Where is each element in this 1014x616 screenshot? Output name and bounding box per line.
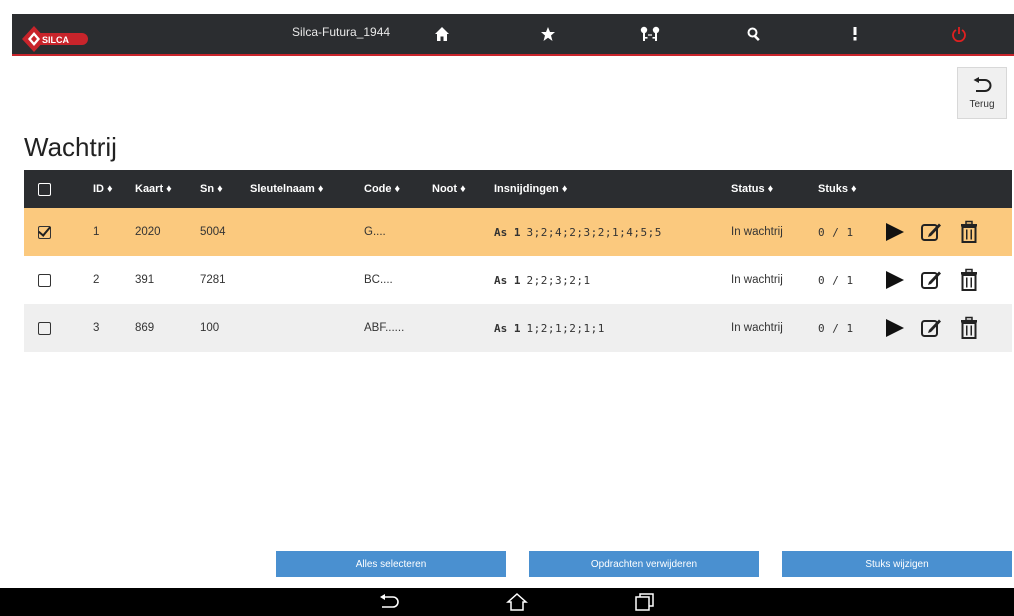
cell-axis: As 1 bbox=[494, 273, 521, 287]
column-header-id[interactable]: ID ♦ bbox=[93, 170, 113, 208]
home-icon[interactable] bbox=[431, 23, 453, 45]
cell-axis: As 1 bbox=[494, 321, 521, 335]
table-row[interactable]: 2 391 7281 BC.... As 1 2;2;3;2;1 In wach… bbox=[24, 256, 1012, 304]
row-checkbox[interactable] bbox=[38, 225, 51, 239]
cell-code: BC.... bbox=[364, 274, 393, 286]
cell-code: ABF...... bbox=[364, 322, 405, 334]
page-title: Wachtrij bbox=[24, 132, 117, 162]
column-header-status[interactable]: Status ♦ bbox=[731, 170, 773, 208]
trash-icon[interactable] bbox=[957, 220, 981, 244]
top-bar: SILCA Silca-Futura_1944 bbox=[12, 14, 1014, 56]
change-pieces-button[interactable]: Stuks wijzigen bbox=[782, 551, 1012, 577]
cell-sn: 5004 bbox=[200, 226, 226, 238]
system-back-icon[interactable] bbox=[377, 592, 401, 612]
back-button[interactable]: Terug bbox=[957, 67, 1007, 119]
cell-kaart: 391 bbox=[135, 274, 155, 286]
column-header-insnijdingen[interactable]: Insnijdingen ♦ bbox=[494, 170, 567, 208]
select-all-checkbox[interactable] bbox=[38, 182, 51, 196]
cell-status: In wachtrij bbox=[731, 322, 783, 334]
cell-stuks: 0 / 1 bbox=[818, 225, 854, 239]
play-icon[interactable] bbox=[883, 268, 907, 292]
row-checkbox[interactable] bbox=[38, 321, 51, 335]
power-icon[interactable] bbox=[948, 23, 970, 45]
row-checkbox[interactable] bbox=[38, 273, 51, 287]
delete-jobs-button[interactable]: Opdrachten verwijderen bbox=[529, 551, 759, 577]
edit-icon[interactable] bbox=[919, 268, 943, 292]
cell-sn: 7281 bbox=[200, 274, 226, 286]
cell-kaart: 869 bbox=[135, 322, 155, 334]
table-row[interactable]: 3 869 100 ABF...... As 1 1;2;1;2;1;1 In … bbox=[24, 304, 1012, 352]
cell-id: 1 bbox=[93, 226, 100, 238]
back-button-label: Terug bbox=[969, 98, 995, 110]
screen-margin bbox=[0, 0, 12, 616]
column-header-stuks[interactable]: Stuks ♦ bbox=[818, 170, 857, 208]
search-icon[interactable] bbox=[743, 23, 765, 45]
more-vertical-icon[interactable] bbox=[844, 23, 866, 45]
cell-id: 3 bbox=[93, 322, 100, 334]
cell-cuts: 1;2;1;2;1;1 bbox=[526, 321, 605, 335]
column-header-code[interactable]: Code ♦ bbox=[364, 170, 400, 208]
cell-stuks: 0 / 1 bbox=[818, 321, 854, 335]
system-navigation-bar bbox=[0, 588, 1014, 616]
system-recents-icon[interactable] bbox=[632, 592, 656, 612]
cell-stuks: 0 / 1 bbox=[818, 273, 854, 287]
cell-code: G.... bbox=[364, 226, 386, 238]
play-icon[interactable] bbox=[883, 316, 907, 340]
column-header-sleutelnaam[interactable]: Sleutelnaam ♦ bbox=[250, 170, 323, 208]
cell-axis: As 1 bbox=[494, 225, 521, 239]
edit-icon[interactable] bbox=[919, 220, 943, 244]
cell-sn: 100 bbox=[200, 322, 220, 334]
app-window: SILCA Silca-Futura_1944 Terug Wachtrij I… bbox=[0, 0, 1014, 616]
table-header: ID ♦ Kaart ♦ Sn ♦ Sleutelnaam ♦ Code ♦ N… bbox=[24, 170, 1012, 208]
device-name: Silca-Futura_1944 bbox=[292, 25, 391, 39]
keys-icon[interactable] bbox=[639, 23, 661, 45]
star-icon[interactable] bbox=[537, 23, 559, 45]
column-header-sn[interactable]: Sn ♦ bbox=[200, 170, 223, 208]
cell-cuts: 3;2;4;2;3;2;1;4;5;5 bbox=[526, 225, 662, 239]
cell-status: In wachtrij bbox=[731, 226, 783, 238]
cell-status: In wachtrij bbox=[731, 274, 783, 286]
select-all-button[interactable]: Alles selecteren bbox=[276, 551, 506, 577]
silca-logo: SILCA bbox=[22, 26, 88, 52]
logo-text: SILCA bbox=[42, 35, 70, 45]
column-header-kaart[interactable]: Kaart ♦ bbox=[135, 170, 172, 208]
column-header-noot[interactable]: Noot ♦ bbox=[432, 170, 466, 208]
undo-arrow-icon bbox=[973, 76, 992, 92]
cell-kaart: 2020 bbox=[135, 226, 161, 238]
queue-table: ID ♦ Kaart ♦ Sn ♦ Sleutelnaam ♦ Code ♦ N… bbox=[24, 170, 1012, 352]
trash-icon[interactable] bbox=[957, 316, 981, 340]
play-icon[interactable] bbox=[883, 220, 907, 244]
cell-cuts: 2;2;3;2;1 bbox=[526, 273, 591, 287]
cell-id: 2 bbox=[93, 274, 100, 286]
system-home-icon[interactable] bbox=[505, 592, 529, 612]
edit-icon[interactable] bbox=[919, 316, 943, 340]
trash-icon[interactable] bbox=[957, 268, 981, 292]
table-row[interactable]: 1 2020 5004 G.... As 1 3;2;4;2;3;2;1;4;5… bbox=[24, 208, 1012, 256]
